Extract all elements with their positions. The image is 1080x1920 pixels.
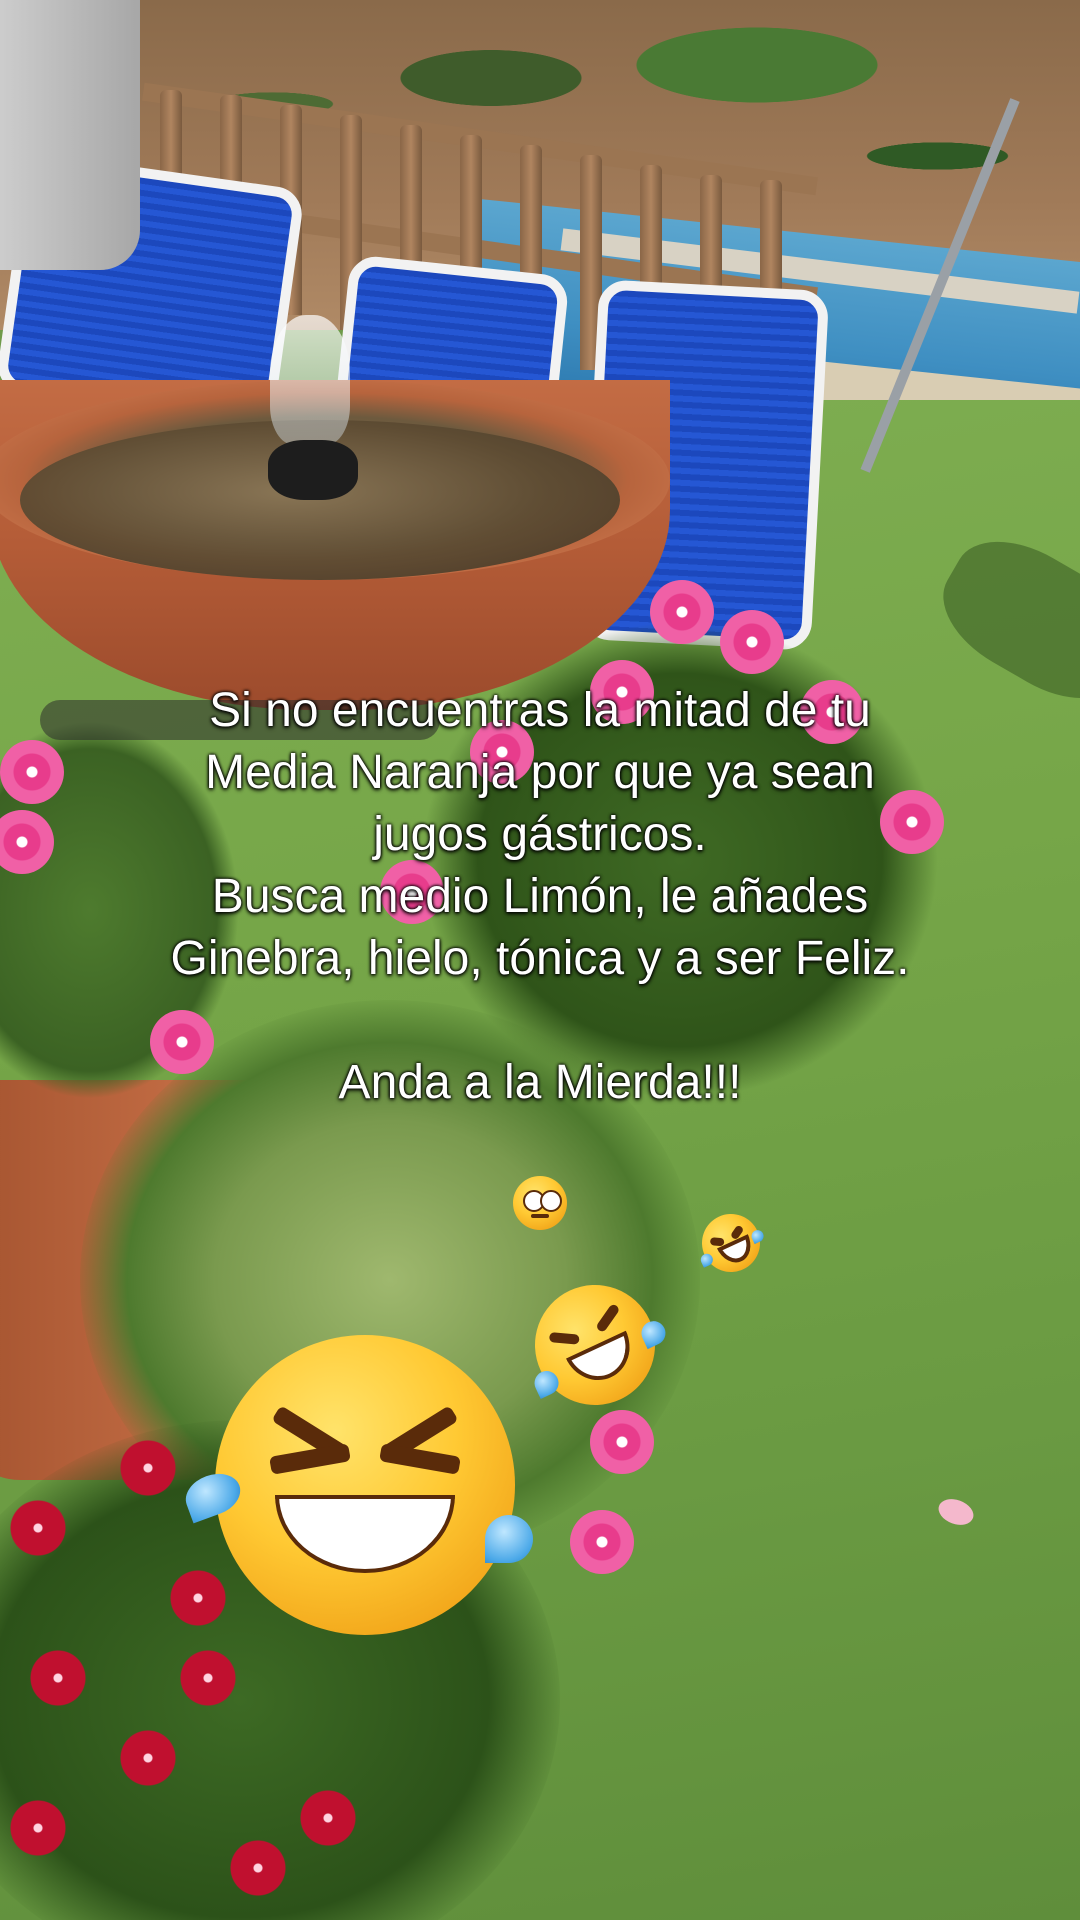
folded-umbrella [0, 0, 140, 270]
red-flower [120, 1440, 176, 1496]
pink-flower [650, 580, 714, 644]
caption-line: Busca medio Limón, le añades [211, 870, 869, 923]
red-flower [230, 1840, 286, 1896]
face-with-rolling-eyes-icon [512, 1175, 568, 1231]
caption-line: jugos gástricos. [373, 808, 707, 861]
fountain-spray [270, 315, 350, 445]
pink-flower [720, 610, 784, 674]
red-flower [180, 1650, 236, 1706]
caption-line: Anda a la Mierda!!! [338, 1056, 742, 1109]
caption-line: Media Naranja por que ya sean [205, 746, 875, 799]
red-flower [10, 1500, 66, 1556]
video-frame: Si no encuentras la mitad de tu Media Na… [0, 0, 1080, 1920]
red-flower [300, 1790, 356, 1846]
pink-flower [590, 1410, 654, 1474]
red-flower [120, 1730, 176, 1786]
fountain-pump [268, 440, 358, 500]
caption-line: Ginebra, hielo, tónica y a ser Feliz. [170, 932, 910, 985]
pink-flower [570, 1510, 634, 1574]
caption-gap [40, 990, 1040, 1052]
grinning-squinting-tears-icon [179, 1330, 533, 1640]
red-flower [10, 1800, 66, 1856]
red-flower [30, 1650, 86, 1706]
video-caption: Si no encuentras la mitad de tu Media Na… [40, 680, 1040, 1114]
caption-line: Si no encuentras la mitad de tu [209, 684, 871, 737]
